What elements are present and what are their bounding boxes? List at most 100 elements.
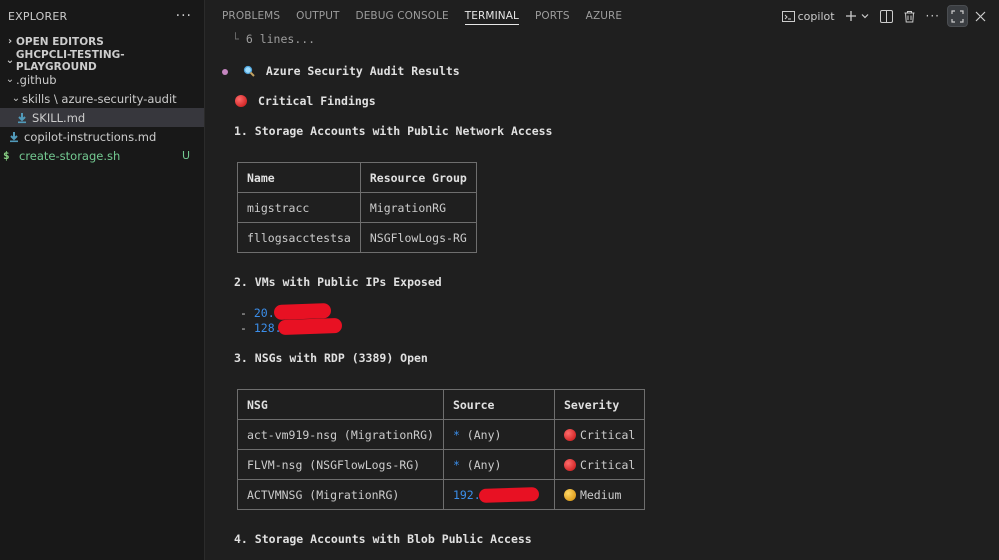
table-cell: * (Any) bbox=[442, 449, 555, 480]
close-panel-button[interactable] bbox=[972, 5, 989, 27]
table-cell: NSGFlowLogs-RG bbox=[359, 222, 477, 253]
collapsed-lines[interactable]: └ 6 lines... bbox=[232, 32, 315, 46]
terminal-name: copilot bbox=[797, 9, 835, 23]
table-row: fllogsacctestsa NSGFlowLogs-RG bbox=[237, 222, 477, 253]
ellipsis-icon[interactable]: ··· bbox=[176, 8, 192, 24]
table-header: Name bbox=[237, 162, 361, 193]
explorer-title: EXPLORER bbox=[8, 9, 68, 23]
tree-item-skills[interactable]: ⌄ skills \ azure-security-audit bbox=[0, 89, 204, 108]
severity-label: Critical bbox=[579, 427, 636, 442]
severity-label: Critical bbox=[579, 457, 636, 472]
severity-label: Medium bbox=[579, 487, 622, 502]
untracked-badge: U bbox=[181, 149, 190, 162]
chevron-down-icon: ⌄ bbox=[5, 55, 15, 66]
split-terminal-button[interactable] bbox=[877, 5, 896, 27]
markdown-download-icon bbox=[16, 112, 28, 124]
tab-ports[interactable]: PORTS bbox=[527, 0, 578, 32]
table-cell: FLVM-nsg (NSGFlowLogs-RG) bbox=[237, 449, 444, 480]
section-2-title: 2. VMs with Public IPs Exposed bbox=[234, 275, 442, 289]
table-row: migstracc MigrationRG bbox=[237, 192, 477, 223]
panel-tab-bar: PROBLEMS OUTPUT DEBUG CONSOLE TERMINAL P… bbox=[206, 0, 999, 32]
table-row: FLVM-nsg (NSGFlowLogs-RG) * (Any) Critic… bbox=[237, 449, 646, 480]
tree-item-github[interactable]: ⌄ .github bbox=[0, 70, 204, 89]
table-cell: * (Any) bbox=[442, 419, 555, 450]
table-header: Resource Group bbox=[359, 162, 477, 193]
source-value: * bbox=[452, 427, 460, 442]
chevron-right-icon: › bbox=[7, 36, 13, 47]
markdown-download-icon bbox=[8, 131, 20, 143]
source-label: (Any) bbox=[459, 427, 502, 442]
terminal-icon bbox=[781, 10, 795, 22]
table-header: Source bbox=[442, 389, 555, 420]
table-cell: act-vm919-nsg (MigrationRG) bbox=[237, 419, 444, 450]
chevron-down-icon: ⌄ bbox=[5, 74, 15, 85]
table-cell: Critical bbox=[553, 449, 646, 480]
tree-item-label: .github bbox=[16, 72, 57, 87]
ip-list-item: - 128. bbox=[240, 321, 282, 335]
tab-azure[interactable]: AZURE bbox=[578, 0, 631, 32]
section-3-title: 3. NSGs with RDP (3389) Open bbox=[234, 351, 428, 365]
table-row: act-vm919-nsg (MigrationRG) * (Any) Crit… bbox=[237, 419, 646, 450]
source-value: 192. bbox=[452, 487, 481, 502]
table-header-row: Name Resource Group bbox=[237, 162, 477, 193]
table-cell: MigrationRG bbox=[359, 192, 477, 223]
maximize-icon bbox=[951, 9, 964, 23]
explorer-header: EXPLORER ··· bbox=[0, 0, 204, 32]
source-value: * bbox=[452, 457, 460, 472]
list-dash: - bbox=[240, 306, 254, 320]
tab-problems[interactable]: PROBLEMS bbox=[214, 0, 288, 32]
red-circle-icon bbox=[235, 95, 247, 107]
table-header-row: NSG Source Severity bbox=[237, 389, 646, 420]
bullet-dot-icon bbox=[222, 68, 228, 75]
redaction-mark bbox=[277, 317, 343, 336]
section-4-title: 4. Storage Accounts with Blob Public Acc… bbox=[234, 532, 532, 546]
audit-heading: Azure Security Audit Results bbox=[222, 64, 460, 78]
chevron-down-icon[interactable] bbox=[860, 11, 870, 21]
terminal-instance-selector[interactable]: copilot bbox=[779, 5, 838, 27]
tree-item-create-storage[interactable]: $ create-storage.sh U bbox=[0, 146, 204, 165]
list-dash: - bbox=[240, 321, 254, 335]
workspace-label: GHCPCLI-TESTING-PLAYGROUND bbox=[15, 48, 125, 73]
maximize-panel-button[interactable] bbox=[947, 5, 968, 27]
yellow-circle-icon bbox=[563, 488, 576, 501]
audit-heading-text: Azure Security Audit Results bbox=[265, 64, 460, 78]
magnifier-icon bbox=[243, 65, 255, 77]
tree-item-copilot-instructions[interactable]: copilot-instructions.md bbox=[0, 127, 204, 146]
table-cell: Critical bbox=[553, 419, 646, 450]
workspace-section[interactable]: ⌄ GHCPCLI-TESTING-PLAYGROUND bbox=[0, 48, 204, 73]
plus-icon bbox=[845, 11, 856, 21]
red-circle-icon bbox=[563, 458, 576, 471]
storage-table: Name Resource Group migstracc MigrationR… bbox=[237, 162, 477, 253]
tree-item-label: SKILL.md bbox=[32, 110, 86, 125]
tree-item-label: create-storage.sh bbox=[19, 148, 121, 163]
critical-heading-text: Critical Findings bbox=[257, 94, 376, 108]
redaction-mark bbox=[478, 486, 540, 504]
redaction-mark bbox=[273, 303, 332, 320]
tab-terminal[interactable]: TERMINAL bbox=[457, 0, 527, 32]
split-icon bbox=[879, 9, 893, 23]
trash-icon bbox=[904, 10, 915, 22]
close-icon bbox=[975, 11, 986, 21]
table-cell: migstracc bbox=[237, 192, 361, 223]
chevron-down-icon: ⌄ bbox=[11, 93, 21, 104]
table-row: ACTVMNSG (MigrationRG) 192. Medium bbox=[237, 479, 646, 510]
table-cell: Medium bbox=[553, 479, 646, 510]
panel-actions: copilot ··· bbox=[779, 0, 989, 32]
ip-list-item: - 20. bbox=[240, 306, 275, 320]
tree-item-skill-md[interactable]: SKILL.md bbox=[0, 108, 204, 127]
red-circle-icon bbox=[563, 428, 576, 441]
source-label: (Any) bbox=[459, 457, 502, 472]
kill-terminal-button[interactable] bbox=[900, 5, 919, 27]
section-1-title: 1. Storage Accounts with Public Network … bbox=[234, 124, 553, 138]
critical-heading: Critical Findings bbox=[235, 94, 376, 108]
tab-output[interactable]: OUTPUT bbox=[288, 0, 347, 32]
table-cell: fllogsacctestsa bbox=[237, 222, 361, 253]
tree-item-label: copilot-instructions.md bbox=[24, 129, 157, 144]
corner-connector-icon: └ bbox=[232, 32, 246, 46]
tab-debug-console[interactable]: DEBUG CONSOLE bbox=[348, 0, 457, 32]
ip-address: 20. bbox=[253, 306, 275, 320]
new-terminal-button[interactable] bbox=[842, 5, 873, 27]
terminal-output[interactable]: └ 6 lines... Azure Security Audit Result… bbox=[206, 32, 999, 560]
table-cell: 192. bbox=[442, 479, 555, 510]
more-actions-button[interactable]: ··· bbox=[923, 5, 943, 27]
